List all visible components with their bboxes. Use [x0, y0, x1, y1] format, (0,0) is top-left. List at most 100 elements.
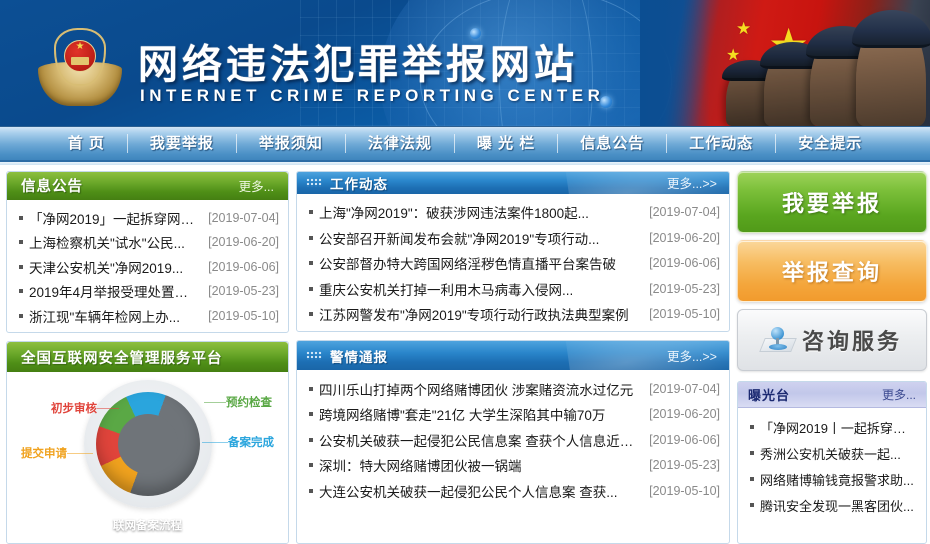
bullet-icon	[750, 451, 754, 455]
list-item-title: 「净网2019丨一起拆穿网 ...	[760, 420, 917, 436]
work-news-more-link[interactable]: 更多...>>	[667, 173, 717, 192]
list-item[interactable]: 重庆公安机关打掉一利用木马病毒入侵网... [2019-05-23]	[297, 276, 729, 302]
work-news-list: 上海"净网2019"：破获涉网违法案件1800起... [2019-07-04] …	[297, 194, 729, 332]
exposure-more-link[interactable]: 更多...	[882, 386, 916, 403]
list-item-title: 天津公安机关"净网2019...	[29, 260, 184, 276]
work-news-panel-header: 工作动态 更多...>>	[297, 172, 729, 194]
list-item-title: 大连公安机关破获一起侵犯公民个人信息案 查获...	[319, 484, 618, 500]
list-item-title: 江苏网警发布"净网2019"专项行动行政执法典型案例	[319, 308, 629, 324]
list-item[interactable]: 公安机关破获一起侵犯公民信息案 查获个人信息近亿条 [2019-06-06]	[297, 427, 729, 453]
police-officer-image	[852, 10, 930, 126]
list-item-date: [2019-06-20]	[649, 230, 720, 245]
list-item-date: [2019-06-20]	[649, 407, 720, 422]
nav-item-bulletin[interactable]: 信息公告	[558, 127, 666, 161]
list-item-date: [2019-06-06]	[649, 432, 720, 447]
bullet-icon	[750, 425, 754, 429]
list-item[interactable]: 天津公安机关"净网2019... [2019-06-06]	[7, 255, 288, 280]
list-item-date: [2019-06-20]	[208, 235, 279, 250]
bulletin-more-link[interactable]: 更多...	[239, 176, 274, 195]
list-item-date: [2019-06-06]	[208, 259, 279, 274]
list-item[interactable]: 秀洲公安机关破获一起...	[738, 440, 926, 466]
list-item-title: 上海"净网2019"：破获涉网违法案件1800起...	[319, 206, 589, 222]
consult-service-button[interactable]: 咨询服务	[737, 309, 927, 371]
bullet-icon	[309, 488, 313, 493]
police-emblem-icon	[38, 28, 122, 106]
bullet-icon	[19, 313, 23, 318]
list-item-title: 重庆公安机关打掉一利用木马病毒入侵网...	[319, 282, 574, 298]
platform-panel-title: 全国互联网安全管理服务平台	[21, 350, 223, 367]
bullet-icon	[309, 463, 313, 468]
right-column: 我要举报 举报查询 咨询服务 曝光台 更多... 「净网2019丨一起拆穿网 .…	[737, 171, 927, 544]
list-item-title: 深圳：特大网络赌博团伙被一锅端	[319, 459, 522, 475]
list-item[interactable]: 四川乐山打掉两个网络赌博团伙 涉案赌资流水过亿元 [2019-07-04]	[297, 376, 729, 402]
site-title-english: INTERNET CRIME REPORTING CENTER	[140, 86, 605, 105]
list-item-date: [2019-05-10]	[208, 308, 279, 323]
list-item[interactable]: 跨境网络赌博"套走"21亿 大学生深陷其中输70万 [2019-06-20]	[297, 402, 729, 428]
list-item[interactable]: 江苏网警发布"净网2019"专项行动行政执法典型案例 [2019-05-10]	[297, 302, 729, 328]
nav-item-laws[interactable]: 法律法规	[346, 127, 454, 161]
list-item-title: 四川乐山打掉两个网络赌博团伙 涉案赌资流水过亿元	[319, 382, 634, 398]
list-item[interactable]: 大连公安机关破获一起侵犯公民个人信息案 查获... [2019-05-10]	[297, 478, 729, 504]
alerts-panel: 警情通报 更多...>> 四川乐山打掉两个网络赌博团伙 涉案赌资流水过亿元 [20…	[296, 340, 730, 544]
list-item[interactable]: 公安部召开新闻发布会就"净网2019"专项行动... [2019-06-20]	[297, 225, 729, 251]
list-item-title: 公安机关破获一起侵犯公民信息案 查获个人信息近亿条	[319, 433, 642, 449]
list-item[interactable]: 公安部督办特大跨国网络淫秽色情直播平台案告破 [2019-06-06]	[297, 251, 729, 277]
diagram-center-label: 联网备案流程	[113, 520, 182, 532]
list-item-date: [2019-06-06]	[649, 256, 720, 271]
bullet-icon	[19, 289, 23, 294]
filing-process-donut-icon	[83, 380, 212, 508]
bullet-icon	[750, 477, 754, 481]
site-banner: ★ ★ ★ ★ ★ 网络违法犯罪举报网站 INTERNET CRIME REPO…	[0, 0, 930, 126]
list-item-date: [2019-07-04]	[649, 205, 720, 220]
site-title-chinese: 网络违法犯罪举报网站	[138, 42, 578, 88]
exposure-panel-header: 曝光台 更多...	[738, 382, 926, 408]
list-item[interactable]: 网络赌博输钱竟报警求助...	[738, 466, 926, 492]
bullet-icon	[309, 261, 313, 266]
page-content: 信息公告 更多... 「净网2019」一起拆穿网络... [2019-07-04]…	[0, 165, 930, 544]
nav-item-notice[interactable]: 举报须知	[237, 127, 345, 161]
main-navigation[interactable]: 首 页 我要举报 举报须知 法律法规 曝 光 栏 信息公告 工作动态 安全提示	[0, 126, 930, 162]
list-item[interactable]: 腾讯安全发现一黑客团伙...	[738, 492, 926, 518]
list-item-title: 「净网2019」一起拆穿网络...	[29, 211, 201, 227]
nav-item-report[interactable]: 我要举报	[128, 127, 236, 161]
list-item[interactable]: 上海"净网2019"：破获涉网违法案件1800起... [2019-07-04]	[297, 200, 729, 226]
list-item-title: 公安部召开新闻发布会就"净网2019"专项行动...	[319, 231, 600, 247]
query-button[interactable]: 举报查询	[737, 240, 927, 302]
report-button[interactable]: 我要举报	[737, 171, 927, 233]
bulletin-panel-header: 信息公告 更多...	[7, 172, 288, 200]
bullet-icon	[309, 437, 313, 442]
nav-item-work-news[interactable]: 工作动态	[667, 127, 775, 161]
list-item[interactable]: 上海检察机关"试水"公民... [2019-06-20]	[7, 230, 288, 255]
alerts-list: 四川乐山打掉两个网络赌博团伙 涉案赌资流水过亿元 [2019-07-04] 跨境网…	[297, 370, 729, 543]
list-item[interactable]: 「净网2019丨一起拆穿网 ...	[738, 414, 926, 440]
bullet-icon	[309, 412, 313, 417]
dots-icon	[306, 178, 322, 188]
alerts-panel-title: 警情通报	[330, 349, 388, 365]
list-item-date: [2019-05-23]	[649, 458, 720, 473]
photo-fade-overlay	[640, 0, 710, 126]
list-item-title: 2019年4月举报受理处置情况	[29, 285, 201, 301]
list-item[interactable]: 2019年4月举报受理处置情况 [2019-05-23]	[7, 279, 288, 304]
platform-diagram[interactable]: 提交申请 初步审核 预约检查 备案完成 联网备案流程	[7, 372, 288, 543]
middle-column: 工作动态 更多...>> 上海"净网2019"：破获涉网违法案件1800起...…	[296, 171, 730, 544]
nav-item-exposure[interactable]: 曝 光 栏	[455, 127, 557, 161]
nav-item-safety-tips[interactable]: 安全提示	[776, 127, 884, 161]
list-item[interactable]: 浙江现"车辆年检网上办... [2019-05-10]	[7, 304, 288, 329]
list-item[interactable]: 深圳：特大网络赌博团伙被一锅端 [2019-05-23]	[297, 453, 729, 479]
nav-item-home[interactable]: 首 页	[46, 127, 127, 161]
bulletin-list: 「净网2019」一起拆穿网络... [2019-07-04] 上海检察机关"试水"…	[7, 200, 288, 333]
exposure-panel-title: 曝光台	[748, 388, 791, 403]
list-item-title: 浙江现"车辆年检网上办...	[29, 309, 181, 325]
dots-icon	[306, 351, 322, 360]
platform-panel: 全国互联网安全管理服务平台 提交申请 初步审核 预约检查 备案完成 联网备案流程	[6, 341, 289, 544]
list-item-title: 网络赌博输钱竟报警求助...	[760, 472, 914, 488]
alerts-more-link[interactable]: 更多...>>	[667, 346, 717, 365]
list-item[interactable]: 「净网2019」一起拆穿网络... [2019-07-04]	[7, 206, 288, 231]
bullet-icon	[19, 240, 23, 245]
list-item-date: [2019-05-10]	[649, 307, 720, 322]
diagram-step-label-4: 备案完成	[202, 434, 274, 450]
consult-service-label: 咨询服务	[801, 329, 902, 354]
bullet-icon	[309, 210, 313, 215]
list-item-title: 上海检察机关"试水"公民...	[29, 236, 185, 252]
bullet-icon	[309, 286, 313, 291]
